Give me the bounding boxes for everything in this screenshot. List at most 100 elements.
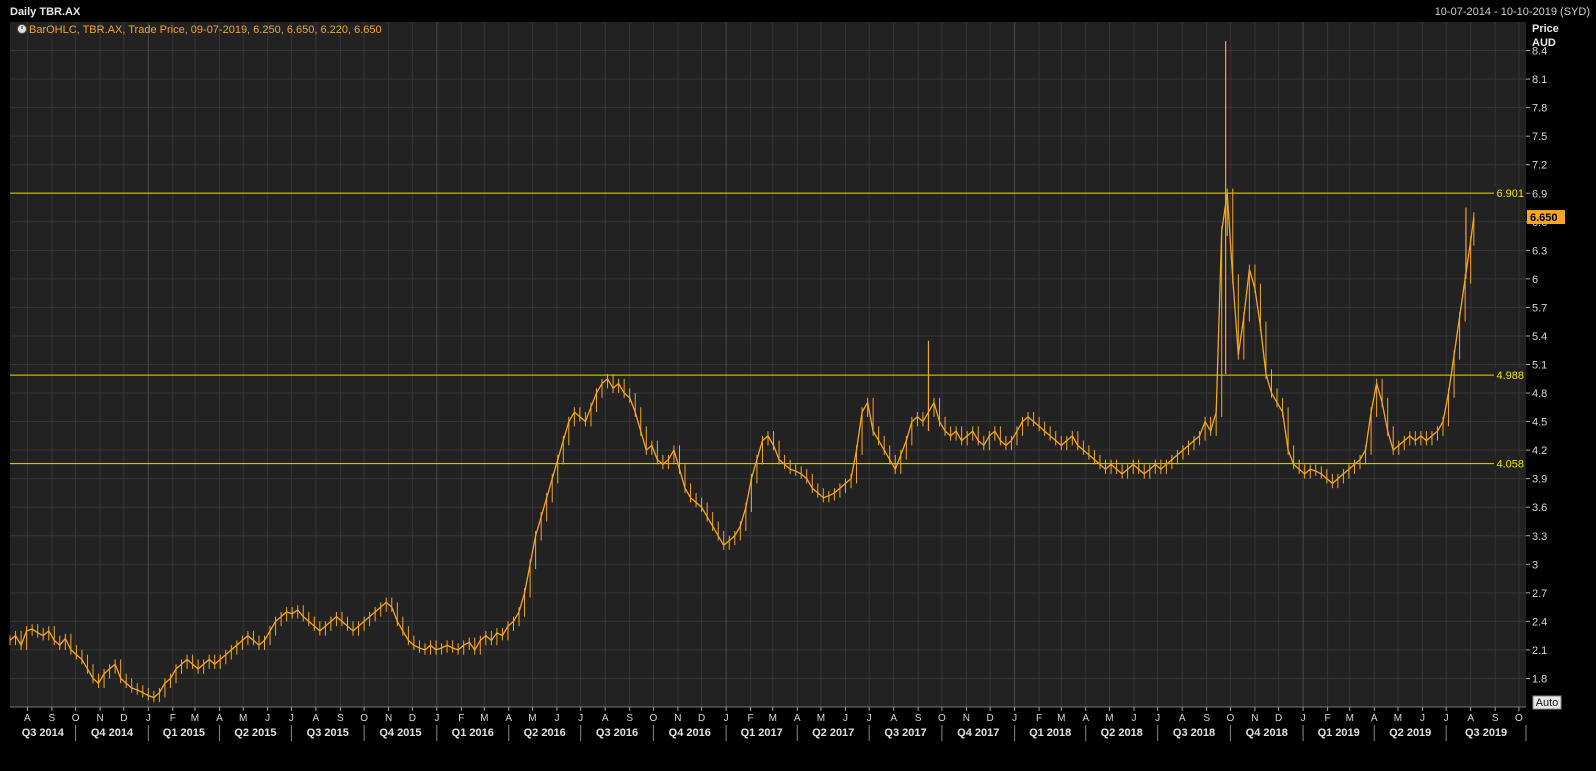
quarter-label: Q2 2019 [1389, 727, 1431, 739]
month-tick-label: N [1251, 713, 1258, 724]
quarter-label: Q4 2018 [1246, 727, 1288, 739]
month-tick-label: F [748, 713, 754, 724]
month-tick-label: A [1371, 713, 1378, 724]
last-price-value: 6.650 [1530, 212, 1558, 224]
auto-button[interactable]: Auto [1532, 695, 1562, 710]
month-tick-label: S [626, 713, 633, 724]
y-tick-label: 4.8 [1532, 388, 1547, 400]
quarter-label: Q3 2017 [884, 727, 926, 739]
month-tick-label: A [794, 713, 801, 724]
quarter-label: Q2 2018 [1101, 727, 1143, 739]
month-tick-label: N [385, 713, 392, 724]
month-tick-label: S [49, 713, 56, 724]
month-tick-label: O [1515, 713, 1523, 724]
date-range: 10-07-2014 - 10-10-2019 (SYD) [1435, 6, 1590, 18]
y-tick-label: 2.4 [1532, 616, 1547, 628]
y-tick-label: 3.3 [1532, 531, 1547, 543]
y-tick-label: 5.4 [1532, 331, 1547, 343]
y-tick-label: 5.7 [1532, 302, 1547, 314]
y-tick-label: 3.6 [1532, 502, 1547, 514]
month-tick-label: J [867, 713, 872, 724]
y-tick-label: 6.3 [1532, 245, 1547, 257]
quarter-label: Q4 2016 [669, 727, 711, 739]
month-tick-label: A [1082, 713, 1089, 724]
month-tick-label: M [239, 713, 247, 724]
month-tick-label: O [360, 713, 368, 724]
quarter-label: Q4 2017 [957, 727, 999, 739]
month-tick-label: F [170, 713, 176, 724]
y-tick-label: 7.2 [1532, 160, 1547, 172]
month-tick-label: J [554, 713, 559, 724]
level-label: 6.901 [1496, 188, 1524, 200]
month-tick-label: M [1105, 713, 1113, 724]
month-tick-label: D [698, 713, 705, 724]
month-tick-label: M [528, 713, 536, 724]
y-tick-label: 4.5 [1532, 417, 1547, 429]
y-tick-label: 5.1 [1532, 360, 1547, 372]
month-tick-label: J [1012, 713, 1017, 724]
series-legend[interactable]: BarOHLC, TBR.AX, Trade Price, 09-07-2019… [17, 24, 382, 36]
y-axis-label: Price [1532, 23, 1559, 35]
month-tick-label: F [458, 713, 464, 724]
chart-window: 6.901 4.988 4.058 Daily TBR.AX 10-07-2014 … [0, 0, 1596, 771]
y-tick-label: 3.9 [1532, 474, 1547, 486]
y-tick-label: 7.5 [1532, 131, 1547, 143]
y-tick-label: 8.4 [1532, 46, 1547, 58]
month-tick-label: N [963, 713, 970, 724]
quarter-label: Q1 2015 [163, 727, 205, 739]
month-tick-label: D [409, 713, 416, 724]
month-tick-label: S [915, 713, 922, 724]
month-tick-label: A [1467, 713, 1474, 724]
month-tick-label: S [1492, 713, 1499, 724]
quarter-label: Q3 2016 [596, 727, 638, 739]
month-tick-label: A [216, 713, 223, 724]
quarter-label: Q1 2017 [741, 727, 783, 739]
month-tick-label: S [337, 713, 344, 724]
y-tick-label: 6.9 [1532, 188, 1547, 200]
quarter-label: Q3 2019 [1465, 727, 1507, 739]
level-label: 4.058 [1496, 459, 1524, 471]
month-tick-label: O [1226, 713, 1234, 724]
month-tick-label: J [1155, 713, 1160, 724]
quarter-label: Q4 2015 [379, 727, 421, 739]
month-tick-label: F [1325, 713, 1331, 724]
month-tick-label: M [769, 713, 777, 724]
month-tick-label: J [265, 713, 270, 724]
y-tick-label: 7.8 [1532, 103, 1547, 115]
level-label: 4.988 [1496, 370, 1524, 382]
y-tick-label: 2.7 [1532, 588, 1547, 600]
auto-button-label[interactable]: Auto [1536, 697, 1559, 709]
quarter-label: Q4 2014 [91, 727, 134, 739]
month-tick-label: J [434, 713, 439, 724]
month-tick-label: J [1301, 713, 1306, 724]
month-tick-label: D [1275, 713, 1282, 724]
quarter-label: Q1 2018 [1029, 727, 1071, 739]
month-tick-label: A [313, 713, 320, 724]
month-tick-label: O [72, 713, 80, 724]
month-tick-label: J [1420, 713, 1425, 724]
month-tick-label: J [146, 713, 151, 724]
month-tick-label: J [1444, 713, 1449, 724]
quarter-label: Q1 2019 [1318, 727, 1360, 739]
month-tick-label: A [1179, 713, 1186, 724]
quarter-label: Q2 2017 [812, 727, 854, 739]
month-tick-label: J [578, 713, 583, 724]
month-tick-label: A [505, 713, 512, 724]
month-tick-label: J [843, 713, 848, 724]
month-tick-label: A [24, 713, 31, 724]
quarter-label: Q2 2015 [234, 727, 276, 739]
month-tick-label: M [191, 713, 199, 724]
y-tick-label: 8.1 [1532, 74, 1547, 86]
month-tick-label: F [1036, 713, 1042, 724]
month-tick-label: A [602, 713, 609, 724]
month-tick-label: O [938, 713, 946, 724]
month-tick-label: M [1394, 713, 1402, 724]
quarter-label: Q3 2014 [22, 727, 65, 739]
quarter-label: Q3 2015 [307, 727, 349, 739]
month-tick-label: N [96, 713, 103, 724]
quarter-label: Q2 2016 [524, 727, 566, 739]
chart-title: Daily TBR.AX [10, 6, 81, 18]
month-tick-label: S [1203, 713, 1210, 724]
series-label: BarOHLC, TBR.AX, Trade Price, 09-07-2019… [29, 24, 382, 36]
y-tick-label: 1.8 [1532, 673, 1547, 685]
